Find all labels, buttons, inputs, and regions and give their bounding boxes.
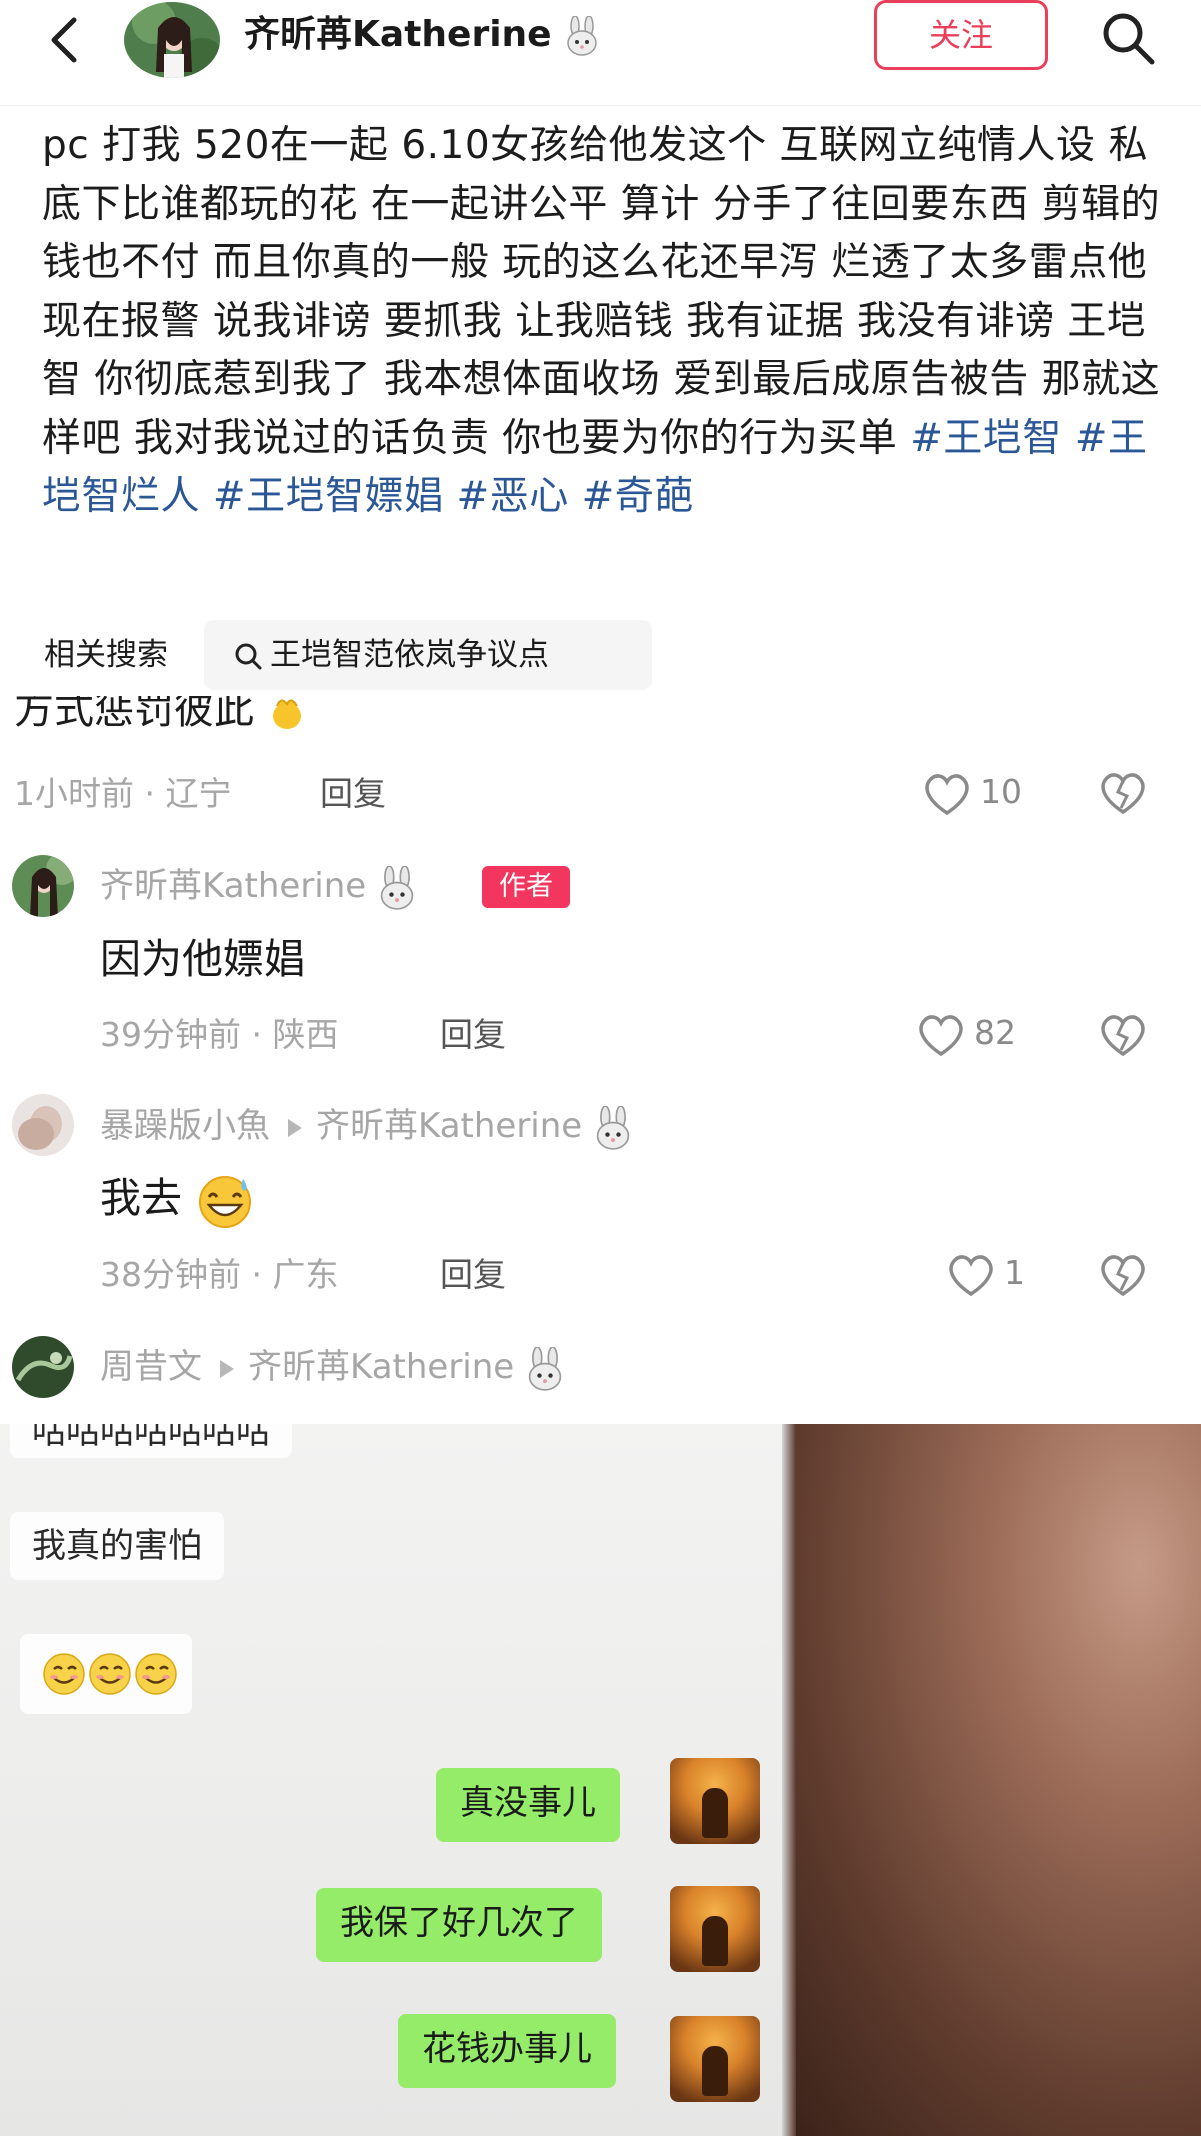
broken-heart-icon[interactable]	[1098, 1010, 1148, 1060]
clap-emoji-icon	[272, 699, 301, 729]
smile-emoji-icon	[43, 1653, 177, 1695]
hashtag[interactable]: #王垲智	[910, 416, 1062, 461]
related-search-query: 王垲智范依岚争议点	[270, 637, 549, 673]
like-button[interactable]: 10	[922, 769, 1022, 817]
hashtag[interactable]: #王垲智嫖娼	[213, 474, 444, 519]
avatar[interactable]	[124, 2, 220, 78]
comment-meta: 38分钟前 · 广东	[100, 1255, 339, 1294]
chat-avatar	[670, 2016, 760, 2102]
rabbit-emoji-icon	[528, 1346, 562, 1391]
avatar[interactable]	[12, 1336, 74, 1398]
avatar[interactable]	[12, 855, 74, 917]
comment-text: 我去	[100, 1170, 255, 1229]
reply-button[interactable]: 回复	[440, 1012, 506, 1058]
username: 齐昕苒Katherine	[244, 14, 552, 55]
heart-icon	[925, 773, 969, 815]
broken-heart-icon[interactable]	[1098, 1250, 1148, 1300]
grin-sweat-emoji-icon	[199, 1176, 252, 1228]
related-search-chip[interactable]: 王垲智范依岚争议点	[204, 620, 652, 690]
divider	[782, 1424, 796, 2136]
heart-icon	[919, 1014, 963, 1056]
reply-arrow-icon	[220, 1359, 234, 1378]
post-text: pc 打我 520在一起 6.10女孩给他发这个 互联网立纯情人设 私底下比谁都…	[42, 123, 1161, 461]
follow-button[interactable]: 关注	[874, 0, 1048, 70]
like-button[interactable]: 1	[946, 1250, 1025, 1298]
top-bar: 齐昕苒Katherine 关注	[0, 0, 1201, 106]
broken-heart-icon[interactable]	[1098, 768, 1148, 818]
chat-bubble-incoming: 咕咕咕咕咕咕咕	[10, 1424, 292, 1458]
author-badge: 作者	[482, 866, 570, 908]
chat-bubble-incoming: 我真的害怕	[10, 1512, 224, 1580]
like-count: 10	[980, 772, 1022, 811]
chat-bubble-incoming	[20, 1634, 192, 1714]
page-title[interactable]: 齐昕苒Katherine	[244, 10, 600, 60]
reply-button[interactable]: 回复	[320, 771, 386, 817]
hashtag[interactable]: #奇葩	[582, 474, 694, 519]
related-search: 相关搜索 王垲智范依岚争议点	[44, 620, 944, 690]
chat-bubble-outgoing: 我保了好几次了	[316, 1888, 602, 1962]
back-arrow-icon[interactable]	[40, 14, 90, 64]
chat-bubble-outgoing: 花钱办事儿	[398, 2014, 616, 2088]
heart-icon	[949, 1254, 993, 1296]
comment-author[interactable]: 齐昕苒Katherine	[100, 863, 417, 910]
search-icon[interactable]	[1098, 8, 1158, 68]
rabbit-emoji-icon	[596, 1105, 630, 1150]
comment-text: 因为他嫖娼	[100, 935, 305, 983]
comment-text: 方式惩罚彼此	[14, 696, 307, 738]
chat-avatar	[670, 1886, 760, 1972]
comment-meta: 39分钟前 · 陕西	[100, 1015, 339, 1054]
rabbit-emoji-icon	[380, 865, 414, 910]
comment-meta: 1小时前 · 辽宁	[14, 774, 232, 813]
reply-arrow-icon	[288, 1118, 302, 1137]
chat-bubble-outgoing: 真没事儿	[436, 1768, 620, 1842]
reply-button[interactable]: 回复	[440, 1252, 506, 1298]
related-search-label: 相关搜索	[44, 637, 168, 673]
like-count: 1	[1004, 1253, 1025, 1292]
rabbit-emoji-icon	[567, 16, 597, 56]
reply-to: 齐昕苒Katherine	[316, 1106, 583, 1146]
photo-background	[788, 1424, 1201, 2136]
like-button[interactable]: 82	[916, 1010, 1016, 1058]
like-count: 82	[974, 1013, 1016, 1052]
post-body: pc 打我 520在一起 6.10女孩给他发这个 互联网立纯情人设 私底下比谁都…	[42, 117, 1172, 527]
hashtag[interactable]: #恶心	[457, 474, 569, 519]
comment-author[interactable]: 周昔文 齐昕苒Katherine	[100, 1344, 565, 1391]
avatar[interactable]	[12, 1094, 74, 1156]
reply-to: 齐昕苒Katherine	[248, 1347, 515, 1387]
magnifier-icon	[235, 643, 262, 670]
comment-image[interactable]: 咕咕咕咕咕咕咕 我真的害怕 真没事儿 我保了好几次了 花钱办事儿	[0, 1424, 1201, 2136]
comment-author[interactable]: 暴躁版小魚 齐昕苒Katherine	[100, 1103, 633, 1150]
chat-avatar	[670, 1758, 760, 1844]
